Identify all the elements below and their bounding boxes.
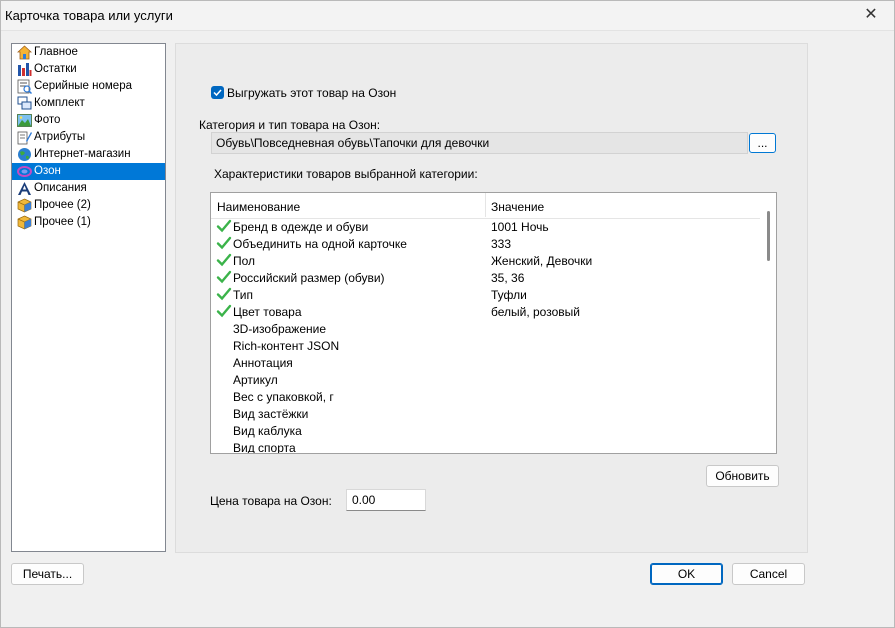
- nav-item-label: Прочее (1): [34, 216, 91, 228]
- nav-item-ozon[interactable]: Озон: [12, 163, 165, 180]
- globe-icon: [18, 148, 31, 161]
- kit-icon: [17, 96, 32, 110]
- nav-item-label: Прочее (2): [34, 199, 91, 211]
- table-row[interactable]: Объединить на одной карточке 333: [211, 235, 760, 252]
- table-row[interactable]: 3D-изображение: [211, 320, 760, 337]
- nav-item-label: Комплект: [34, 97, 85, 109]
- table-row[interactable]: Пол Женский, Девочки: [211, 252, 760, 269]
- row-name: Вес с упаковкой, г: [233, 390, 334, 404]
- row-name: Бренд в одежде и обуви: [233, 220, 369, 234]
- row-value: белый, розовый: [491, 305, 580, 319]
- browse-category-button[interactable]: ...: [749, 133, 776, 153]
- refresh-button[interactable]: Обновить: [706, 465, 779, 487]
- column-header-value[interactable]: Значение: [491, 200, 544, 214]
- category-path-field: Обувь\Повседневная обувь\Тапочки для дев…: [211, 132, 748, 154]
- nav-item-label: Озон: [34, 165, 61, 177]
- row-name: Пол: [233, 254, 256, 268]
- row-name: Артикул: [233, 373, 278, 387]
- row-name: Аннотация: [233, 356, 293, 370]
- characteristics-label: Характеристики товаров выбранной категор…: [214, 167, 478, 181]
- attributes-icon: [17, 131, 32, 145]
- row-name: Цвет товара: [233, 305, 302, 319]
- category-label: Категория и тип товара на Озон:: [199, 118, 381, 132]
- print-button[interactable]: Печать...: [11, 563, 84, 585]
- nav-item-stock[interactable]: Остатки: [12, 61, 165, 78]
- export-checkbox-label[interactable]: Выгружать этот товар на Озон: [227, 86, 396, 100]
- nav-item-label: Интернет-магазин: [34, 148, 131, 160]
- green-checkmark-icon: [216, 287, 232, 301]
- title-bar: Карточка товара или услуги ✕: [1, 1, 894, 31]
- row-name: Вид каблука: [233, 424, 302, 438]
- nav-item-photo[interactable]: Фото: [12, 112, 165, 129]
- ozon-panel: Выгружать этот товар на Озон Категория и…: [175, 43, 808, 553]
- table-row[interactable]: Rich-контент JSON: [211, 337, 760, 354]
- ok-button[interactable]: OK: [650, 563, 723, 585]
- box-icon: [17, 198, 32, 213]
- table-row[interactable]: Вид каблука: [211, 422, 760, 439]
- column-divider[interactable]: [485, 193, 486, 217]
- row-name: Объединить на одной карточке: [233, 237, 407, 251]
- green-checkmark-icon: [216, 236, 232, 250]
- green-checkmark-icon: [216, 270, 232, 284]
- nav-item-label: Описания: [34, 182, 87, 194]
- serial-numbers-icon: [17, 79, 32, 94]
- table-row[interactable]: Цвет товара белый, розовый: [211, 303, 760, 320]
- cancel-button[interactable]: Cancel: [732, 563, 805, 585]
- row-value: 1001 Ночь: [491, 220, 549, 234]
- row-value: Туфли: [491, 288, 527, 302]
- table-row[interactable]: Артикул: [211, 371, 760, 388]
- nav-item-internet-shop[interactable]: Интернет-магазин: [12, 146, 165, 163]
- row-value: 333: [491, 237, 512, 251]
- characteristics-table: Наименование Значение Бренд в одежде и о…: [210, 192, 777, 454]
- row-name: Вид застёжки: [233, 407, 309, 421]
- nav-item-attributes[interactable]: Атрибуты: [12, 129, 165, 146]
- green-checkmark-icon: [216, 219, 232, 233]
- nav-item-other-2[interactable]: Прочее (2): [12, 197, 165, 214]
- window-title: Карточка товара или услуги: [5, 8, 173, 23]
- table-row[interactable]: Вид застёжки: [211, 405, 760, 422]
- nav-item-label: Атрибуты: [34, 131, 86, 143]
- nav-item-main[interactable]: Главное: [12, 44, 165, 61]
- stock-bars-icon: [18, 63, 32, 76]
- column-header-name[interactable]: Наименование: [217, 200, 300, 214]
- row-value: Женский, Девочки: [491, 254, 593, 268]
- ozon-icon: [17, 166, 32, 177]
- checkbox-checked-icon[interactable]: [211, 86, 224, 99]
- nav-item-kit[interactable]: Комплект: [12, 95, 165, 112]
- table-row[interactable]: Аннотация: [211, 354, 760, 371]
- row-name: Вид спорта: [233, 441, 296, 454]
- green-checkmark-icon: [216, 304, 232, 318]
- price-label: Цена товара на Озон:: [210, 494, 332, 508]
- table-row[interactable]: Вид спорта: [211, 439, 760, 454]
- nav-item-label: Фото: [34, 114, 61, 126]
- section-list: Главное Остатки Серийные номера Комплект…: [11, 43, 166, 552]
- green-checkmark-icon: [216, 253, 232, 267]
- table-row[interactable]: Бренд в одежде и обуви 1001 Ночь: [211, 218, 760, 235]
- nav-item-descriptions[interactable]: Описания: [12, 180, 165, 197]
- home-icon: [17, 45, 32, 60]
- scroll-thumb[interactable]: [767, 211, 770, 261]
- text-a-icon: [18, 182, 31, 195]
- box-icon: [17, 215, 32, 230]
- nav-item-label: Остатки: [34, 63, 77, 75]
- row-name: Тип: [233, 288, 254, 302]
- nav-item-label: Серийные номера: [34, 80, 132, 92]
- ozon-price-input[interactable]: 0.00: [346, 489, 426, 511]
- nav-item-other-1[interactable]: Прочее (1): [12, 214, 165, 231]
- row-name: Rich-контент JSON: [233, 339, 340, 353]
- row-name: Российский размер (обуви): [233, 271, 385, 285]
- close-button[interactable]: ✕: [848, 1, 894, 30]
- photo-icon: [17, 114, 32, 127]
- table-row[interactable]: Российский размер (обуви) 35, 36: [211, 269, 760, 286]
- table-row[interactable]: Вес с упаковкой, г: [211, 388, 760, 405]
- nav-item-serial-numbers[interactable]: Серийные номера: [12, 78, 165, 95]
- dialog-window: Карточка товара или услуги ✕ Главное Ост…: [0, 0, 895, 628]
- row-value: 35, 36: [491, 271, 525, 285]
- vertical-scrollbar[interactable]: [760, 193, 776, 453]
- table-row[interactable]: Тип Туфли: [211, 286, 760, 303]
- table-header: Наименование Значение: [211, 193, 760, 219]
- row-name: 3D-изображение: [233, 322, 327, 336]
- nav-item-label: Главное: [34, 46, 78, 58]
